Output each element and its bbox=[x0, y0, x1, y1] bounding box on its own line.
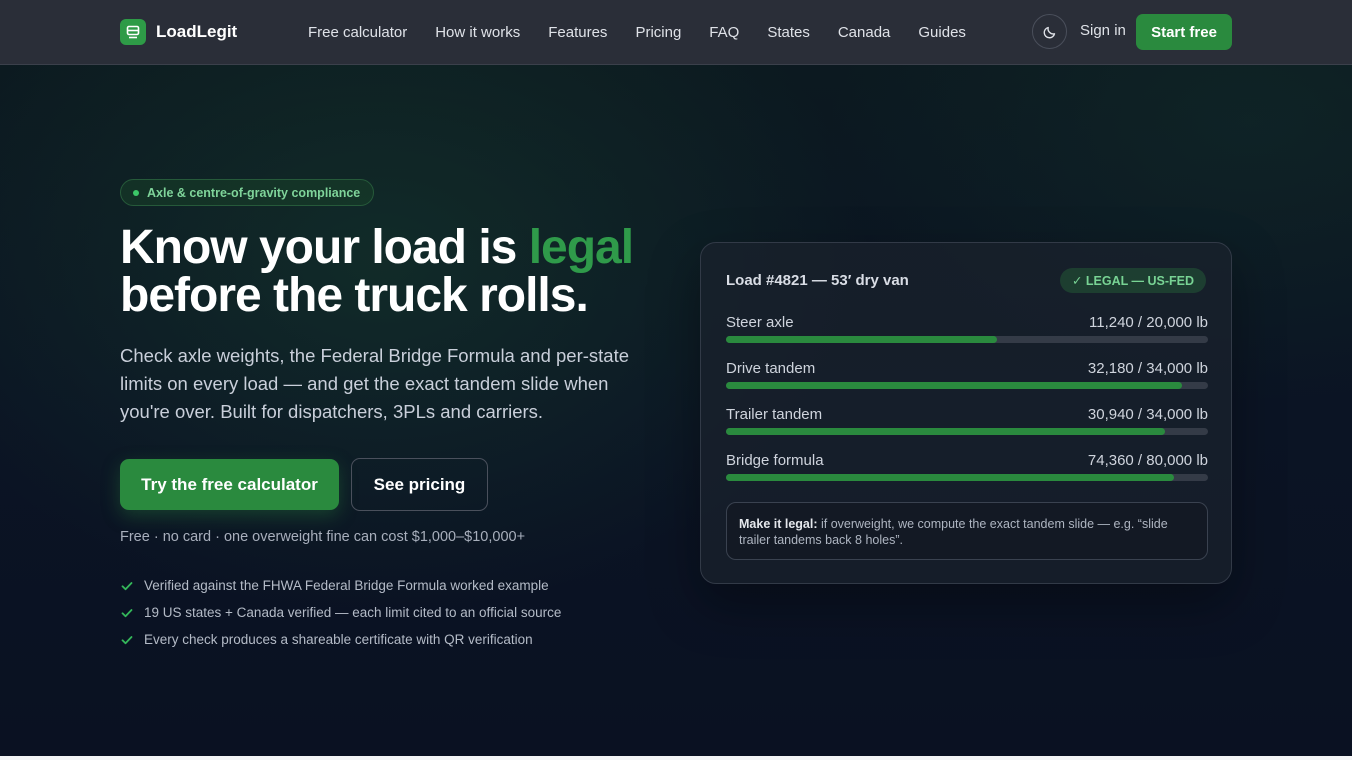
progress-fill bbox=[726, 428, 1165, 435]
metric-label: Drive tandem bbox=[726, 360, 816, 377]
load-preview-card: Load #4821 — 53′ dry van ✓ LEGAL — US-FE… bbox=[700, 242, 1232, 584]
hero-fine-print: Free · no card · one overweight fine can… bbox=[120, 529, 526, 545]
nav-states[interactable]: States bbox=[767, 24, 810, 41]
headline-tail: before the truck rolls. bbox=[120, 269, 589, 322]
make-it-legal-note: Make it legal: if overweight, we compute… bbox=[726, 502, 1208, 560]
progress-fill bbox=[726, 474, 1175, 481]
pill-label: Axle & centre-of-gravity compliance bbox=[147, 185, 361, 200]
main-nav: Free calculator How it works Features Pr… bbox=[308, 0, 966, 64]
load-title: Load #4821 — 53′ dry van bbox=[726, 272, 909, 289]
nav-faq[interactable]: FAQ bbox=[709, 24, 739, 41]
hero-pill: Axle & centre-of-gravity compliance bbox=[120, 179, 375, 206]
progress-track bbox=[726, 336, 1208, 343]
status-badge: ✓ LEGAL — US-FED bbox=[1059, 268, 1206, 293]
hero-headline: Know your load is legal before the truck… bbox=[120, 224, 680, 320]
see-pricing-button[interactable]: See pricing bbox=[351, 458, 488, 511]
moon-icon bbox=[1043, 26, 1055, 38]
metric-value: 30,940 / 34,000 lb bbox=[1087, 406, 1208, 423]
metric-bridge-formula: Bridge formula 74,360 / 80,000 lb bbox=[726, 452, 1208, 482]
page-bottom-edge bbox=[0, 756, 1352, 760]
brand-name: LoadLegit bbox=[156, 22, 238, 41]
metric-label: Steer axle bbox=[726, 314, 794, 331]
progress-fill bbox=[726, 336, 997, 343]
site-header: LoadLegit Free calculator How it works F… bbox=[0, 0, 1352, 65]
start-free-button[interactable]: Start free bbox=[1136, 14, 1232, 50]
brand-logo[interactable]: LoadLegit bbox=[120, 19, 237, 45]
check-text: Every check produces a shareable certifi… bbox=[144, 632, 533, 647]
pill-dot-icon bbox=[133, 189, 139, 196]
metric-steer-axle: Steer axle 11,240 / 20,000 lb bbox=[726, 314, 1208, 344]
nav-features[interactable]: Features bbox=[548, 24, 607, 41]
nav-canada[interactable]: Canada bbox=[838, 24, 891, 41]
metric-trailer-tandem: Trailer tandem 30,940 / 34,000 lb bbox=[726, 406, 1208, 436]
list-item: Every check produces a shareable certifi… bbox=[120, 626, 561, 653]
check-icon bbox=[121, 635, 133, 644]
metric-value: 11,240 / 20,000 lb bbox=[1089, 314, 1208, 331]
metric-label: Trailer tandem bbox=[726, 406, 823, 423]
theme-toggle-button[interactable] bbox=[1032, 14, 1067, 49]
metric-value: 74,360 / 80,000 lb bbox=[1087, 452, 1208, 469]
hero-subtitle: Check axle weights, the Federal Bridge F… bbox=[120, 345, 630, 422]
check-text: Verified against the FHWA Federal Bridge… bbox=[144, 578, 549, 593]
feature-checklist: Verified against the FHWA Federal Bridge… bbox=[120, 572, 561, 653]
list-item: 19 US states + Canada verified — each li… bbox=[120, 599, 561, 626]
metric-value: 32,180 / 34,000 lb bbox=[1087, 360, 1208, 377]
check-text: 19 US states + Canada verified — each li… bbox=[144, 605, 562, 620]
note-heading: Make it legal: bbox=[739, 517, 818, 531]
progress-fill bbox=[726, 382, 1182, 389]
metric-drive-tandem: Drive tandem 32,180 / 34,000 lb bbox=[726, 360, 1208, 390]
nav-guides[interactable]: Guides bbox=[918, 24, 966, 41]
headline-accent: legal bbox=[528, 221, 634, 274]
sign-in-link[interactable]: Sign in bbox=[1080, 22, 1126, 39]
nav-how-it-works[interactable]: How it works bbox=[435, 24, 520, 41]
progress-track bbox=[726, 428, 1208, 435]
list-item: Verified against the FHWA Federal Bridge… bbox=[120, 572, 561, 599]
try-calculator-button[interactable]: Try the free calculator bbox=[120, 459, 339, 510]
progress-track bbox=[726, 382, 1208, 389]
headline-lead: Know your load is bbox=[120, 221, 529, 274]
truck-icon bbox=[120, 19, 146, 45]
metric-label: Bridge formula bbox=[726, 452, 824, 469]
nav-free-calculator[interactable]: Free calculator bbox=[308, 24, 407, 41]
progress-track bbox=[726, 474, 1208, 481]
check-icon bbox=[121, 608, 133, 617]
nav-pricing[interactable]: Pricing bbox=[635, 24, 681, 41]
check-icon bbox=[121, 581, 133, 590]
